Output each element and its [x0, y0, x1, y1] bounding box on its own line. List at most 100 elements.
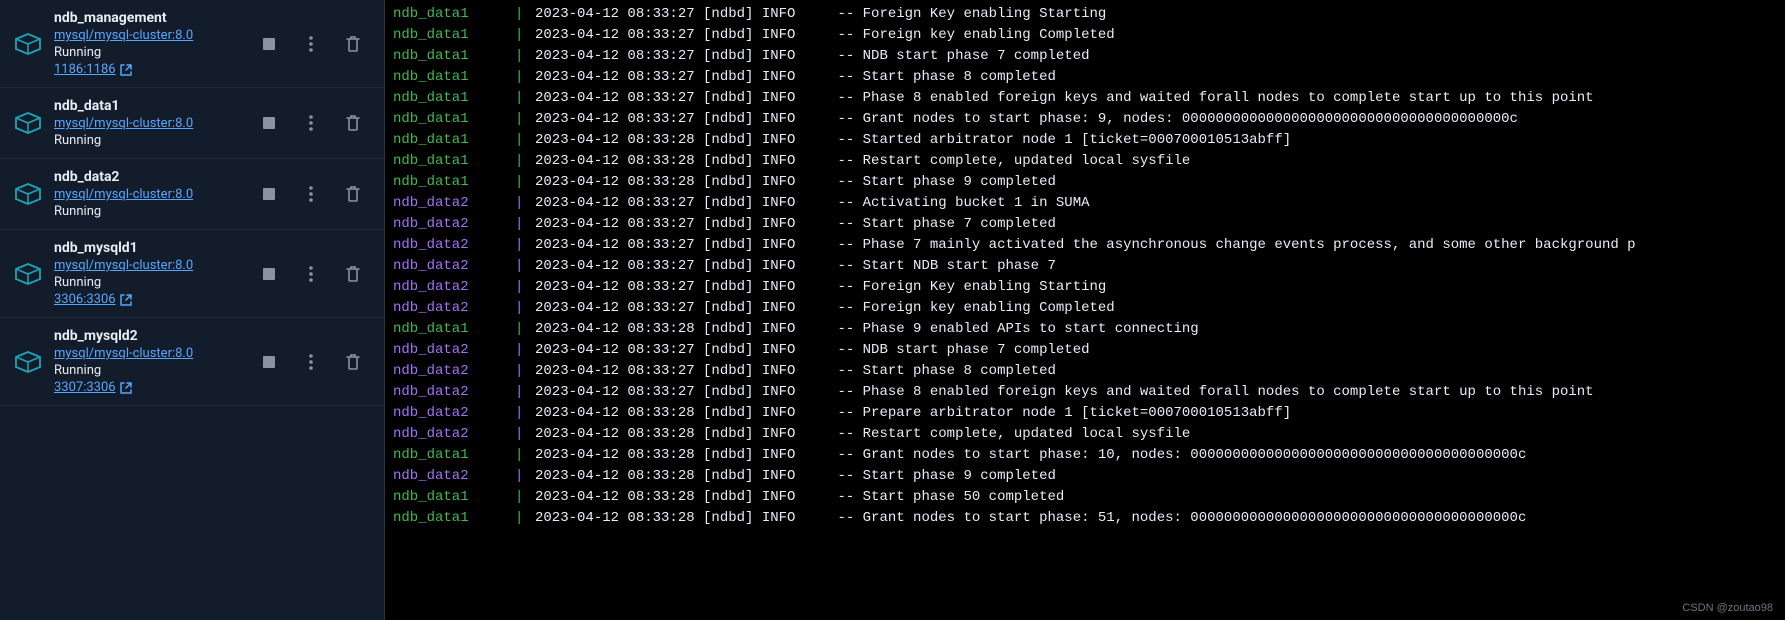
log-source: ndb_data2	[385, 340, 515, 361]
container-image-link[interactable]: mysql/mysql-cluster:8.0	[54, 187, 240, 202]
log-pipe: |	[515, 466, 535, 487]
stop-button[interactable]	[252, 106, 286, 140]
log-text: 2023-04-12 08:33:27 [ndbd] INFO -- Activ…	[535, 193, 1090, 214]
log-text: 2023-04-12 08:33:27 [ndbd] INFO -- Forei…	[535, 25, 1115, 46]
log-pipe: |	[515, 235, 535, 256]
container-info: ndb_data1mysql/mysql-cluster:8.0Running	[54, 98, 240, 148]
log-source: ndb_data2	[385, 214, 515, 235]
container-actions	[252, 27, 370, 61]
log-source: ndb_data2	[385, 424, 515, 445]
container-image-link[interactable]: mysql/mysql-cluster:8.0	[54, 258, 240, 273]
menu-button[interactable]	[294, 257, 328, 291]
container-port-link[interactable]: 3307:3306	[54, 380, 240, 395]
delete-button[interactable]	[336, 257, 370, 291]
container-item[interactable]: ndb_mysqld1mysql/mysql-cluster:8.0Runnin…	[0, 230, 384, 318]
log-source: ndb_data1	[385, 508, 515, 529]
container-icon	[14, 180, 42, 208]
container-actions	[252, 106, 370, 140]
container-port-text: 1186:1186	[54, 62, 116, 77]
container-box-icon	[14, 33, 42, 55]
container-port-link[interactable]: 3306:3306	[54, 292, 240, 307]
log-line: ndb_data2| 2023-04-12 08:33:27 [ndbd] IN…	[385, 298, 1785, 319]
stop-icon	[262, 267, 276, 281]
log-source: ndb_data1	[385, 46, 515, 67]
log-text: 2023-04-12 08:33:27 [ndbd] INFO -- Forei…	[535, 298, 1115, 319]
menu-button[interactable]	[294, 106, 328, 140]
container-status: Running	[54, 363, 240, 378]
log-line: ndb_data2| 2023-04-12 08:33:28 [ndbd] IN…	[385, 466, 1785, 487]
container-sidebar: ndb_management mysql/mysql-cluster:8.0 Run…	[0, 0, 385, 620]
log-source: ndb_data2	[385, 403, 515, 424]
container-name: ndb_management	[54, 10, 240, 26]
log-line: ndb_data1| 2023-04-12 08:33:27 [ndbd] IN…	[385, 4, 1785, 25]
log-source: ndb_data1	[385, 130, 515, 151]
trash-icon	[346, 36, 360, 52]
log-pipe: |	[515, 151, 535, 172]
stop-button[interactable]	[252, 257, 286, 291]
container-port-text: 3306:3306	[54, 292, 116, 307]
log-text: 2023-04-12 08:33:27 [ndbd] INFO -- Grant…	[535, 109, 1518, 130]
log-line: ndb_data2| 2023-04-12 08:33:27 [ndbd] IN…	[385, 256, 1785, 277]
container-icon	[14, 109, 42, 137]
container-item[interactable]: ndb_mysqld2mysql/mysql-cluster:8.0Runnin…	[0, 318, 384, 406]
container-box-icon	[14, 263, 42, 285]
container-item[interactable]: ndb_data1mysql/mysql-cluster:8.0Running	[0, 88, 384, 159]
log-source: ndb_data2	[385, 193, 515, 214]
log-text: 2023-04-12 08:33:28 [ndbd] INFO -- Grant…	[535, 445, 1526, 466]
container-item[interactable]: ndb_data2mysql/mysql-cluster:8.0Running	[0, 159, 384, 230]
delete-button[interactable]	[336, 345, 370, 379]
container-status: Running	[54, 204, 240, 219]
menu-button[interactable]	[294, 345, 328, 379]
container-port-text: 3307:3306	[54, 380, 116, 395]
log-source: ndb_data1	[385, 67, 515, 88]
log-text: 2023-04-12 08:33:28 [ndbd] INFO -- Grant…	[535, 508, 1526, 529]
container-actions	[252, 177, 370, 211]
log-text: 2023-04-12 08:33:28 [ndbd] INFO -- Resta…	[535, 151, 1190, 172]
log-pipe: |	[515, 67, 535, 88]
log-source: ndb_data1	[385, 109, 515, 130]
log-line: ndb_data2| 2023-04-12 08:33:27 [ndbd] IN…	[385, 214, 1785, 235]
log-text: 2023-04-12 08:33:27 [ndbd] INFO -- Start…	[535, 361, 1056, 382]
log-line: ndb_data1| 2023-04-12 08:33:28 [ndbd] IN…	[385, 130, 1785, 151]
log-pipe: |	[515, 340, 535, 361]
stop-button[interactable]	[252, 177, 286, 211]
stop-button[interactable]	[252, 345, 286, 379]
log-source: ndb_data1	[385, 487, 515, 508]
external-link-icon	[120, 64, 132, 76]
delete-button[interactable]	[336, 177, 370, 211]
log-pipe: |	[515, 130, 535, 151]
stop-icon	[262, 116, 276, 130]
log-text: 2023-04-12 08:33:28 [ndbd] INFO -- Phase…	[535, 319, 1199, 340]
container-image-link[interactable]: mysql/mysql-cluster:8.0	[54, 116, 240, 131]
log-source: ndb_data1	[385, 25, 515, 46]
log-text: 2023-04-12 08:33:28 [ndbd] INFO -- Resta…	[535, 424, 1190, 445]
log-line: ndb_data1| 2023-04-12 08:33:28 [ndbd] IN…	[385, 508, 1785, 529]
log-text: 2023-04-12 08:33:28 [ndbd] INFO -- Start…	[535, 172, 1056, 193]
container-image-link[interactable]: mysql/mysql-cluster:8.0	[54, 28, 240, 43]
log-pipe: |	[515, 88, 535, 109]
delete-button[interactable]	[336, 106, 370, 140]
log-pipe: |	[515, 172, 535, 193]
delete-button[interactable]	[336, 27, 370, 61]
container-image-link[interactable]: mysql/mysql-cluster:8.0	[54, 346, 240, 361]
container-info: ndb_data2mysql/mysql-cluster:8.0Running	[54, 169, 240, 219]
kebab-menu-icon	[309, 36, 313, 52]
log-source: ndb_data1	[385, 445, 515, 466]
menu-button[interactable]	[294, 177, 328, 211]
log-line: ndb_data1| 2023-04-12 08:33:28 [ndbd] IN…	[385, 319, 1785, 340]
container-port-link[interactable]: 1186:1186	[54, 62, 240, 77]
log-line: ndb_data1| 2023-04-12 08:33:28 [ndbd] IN…	[385, 151, 1785, 172]
log-pipe: |	[515, 4, 535, 25]
container-item[interactable]: ndb_managementmysql/mysql-cluster:8.0Run…	[0, 0, 384, 88]
trash-icon	[346, 266, 360, 282]
log-line: ndb_data2| 2023-04-12 08:33:27 [ndbd] IN…	[385, 235, 1785, 256]
stop-button[interactable]	[252, 27, 286, 61]
log-line: ndb_data1| 2023-04-12 08:33:27 [ndbd] IN…	[385, 109, 1785, 130]
log-source: ndb_data2	[385, 466, 515, 487]
container-status: Running	[54, 133, 240, 148]
watermark: CSDN @zoutao98	[1682, 602, 1773, 614]
menu-button[interactable]	[294, 27, 328, 61]
stop-icon	[262, 187, 276, 201]
log-pipe: |	[515, 424, 535, 445]
log-pipe: |	[515, 403, 535, 424]
